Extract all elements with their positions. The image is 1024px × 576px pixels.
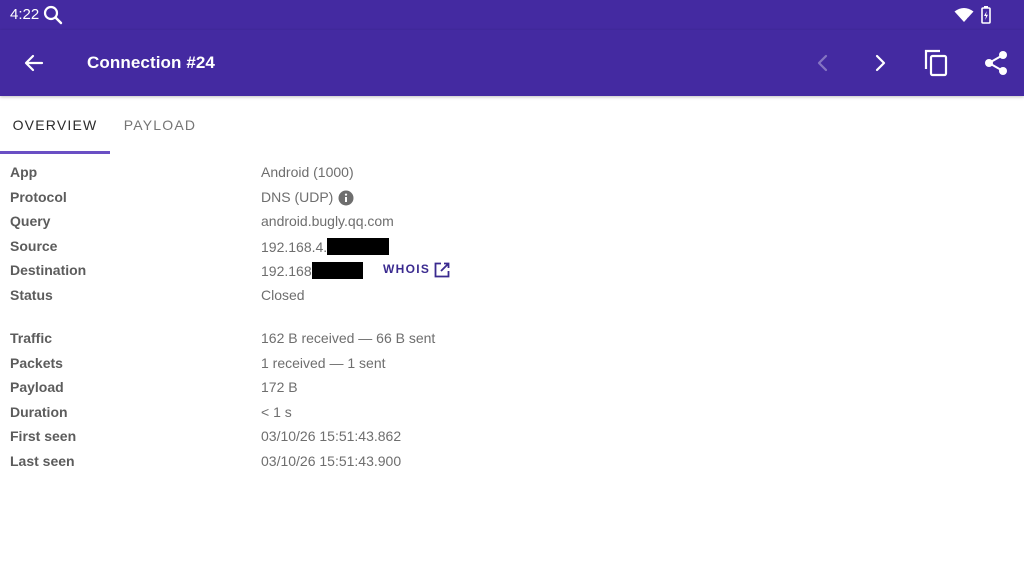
detail-row-last-seen: Last seen 03/10/26 15:51:43.900	[0, 451, 1024, 475]
detail-row-first-seen: First seen 03/10/26 15:51:43.862	[0, 426, 1024, 450]
status-time: 4:22	[10, 6, 40, 23]
detail-value-source: 192.168.4.	[261, 237, 390, 255]
svg-text:6: 6	[967, 17, 971, 23]
share-icon[interactable]	[982, 49, 1010, 82]
detail-label: App	[10, 164, 38, 180]
detail-label: Protocol	[10, 188, 67, 205]
redaction-box	[311, 262, 363, 279]
tab-payload[interactable]: Payload	[110, 96, 210, 154]
detail-value: 1 received — 1 sent	[261, 354, 386, 371]
detail-row-payload: Payload 172 B	[0, 377, 1024, 401]
detail-label: Status	[10, 286, 53, 303]
arrow-back-icon[interactable]	[22, 51, 46, 80]
battery-charging-icon	[981, 6, 991, 29]
detail-value: Closed	[261, 286, 305, 303]
detail-row-traffic: Traffic 162 B received — 66 B sent	[0, 328, 1024, 352]
detail-value: 03/10/26 15:51:43.900	[261, 452, 402, 469]
tab-indicator	[0, 151, 110, 154]
status-bar: 4:22 6	[0, 0, 1024, 30]
detail-row-destination: Destination 192.168 WHOIS	[0, 260, 1024, 284]
page-title: Connection #24	[87, 53, 215, 72]
source-address: 192.168.4.	[261, 238, 328, 255]
detail-row-protocol: Protocol DNS (UDP)	[0, 187, 1024, 211]
detail-value: Android (1000)	[261, 164, 354, 180]
detail-value: 03/10/26 15:51:43.862	[261, 428, 402, 444]
detail-label: Query	[10, 213, 51, 229]
detail-label: Duration	[10, 403, 68, 420]
wifi-icon: 6	[954, 7, 974, 28]
search-icon	[43, 5, 63, 30]
detail-label: Traffic	[10, 330, 53, 346]
tab-bar: Overview Payload	[0, 96, 1024, 154]
detail-label: Source	[10, 237, 58, 254]
detail-value: < 1 s	[261, 403, 292, 420]
detail-value: 162 B received — 66 B sent	[261, 330, 436, 346]
detail-label: Destination	[10, 262, 87, 278]
destination-address: 192.168	[261, 263, 312, 279]
redaction-box	[327, 237, 390, 255]
whois-link[interactable]: WHOIS	[383, 262, 430, 276]
open-in-new-icon[interactable]	[433, 261, 451, 284]
chevron-left-icon[interactable]	[812, 52, 834, 79]
detail-label: First seen	[10, 428, 77, 444]
detail-value-destination: 192.168	[261, 262, 363, 279]
detail-row-status: Status Closed	[0, 285, 1024, 309]
detail-row-source: Source 192.168.4.	[0, 236, 1024, 260]
detail-row-query: Query android.bugly.qq.com	[0, 211, 1024, 235]
tab-overview[interactable]: Overview	[0, 96, 110, 154]
detail-row-app: App Android (1000)	[0, 162, 1024, 186]
detail-label: Packets	[10, 354, 63, 371]
detail-row-duration: Duration < 1 s	[0, 402, 1024, 426]
detail-value: android.bugly.qq.com	[261, 213, 394, 229]
detail-label: Last seen	[10, 452, 75, 469]
detail-value: DNS (UDP)	[261, 188, 334, 205]
copy-icon[interactable]	[923, 48, 951, 83]
detail-label: Payload	[10, 379, 64, 395]
chevron-right-icon[interactable]	[869, 52, 891, 79]
detail-row-packets: Packets 1 received — 1 sent	[0, 353, 1024, 377]
info-icon[interactable]	[338, 190, 354, 211]
detail-value: 172 B	[261, 379, 298, 395]
app-bar: Connection #24	[0, 30, 1024, 96]
